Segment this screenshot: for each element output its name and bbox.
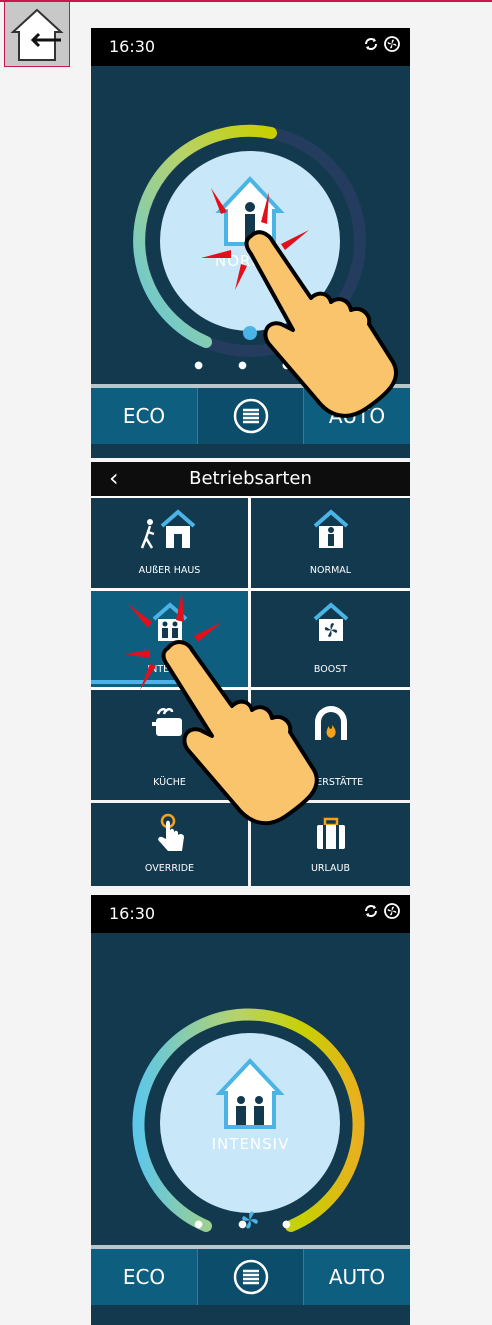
mode-tile-away[interactable]: AUßER HAUS [91,498,248,588]
active-indicator [91,680,191,684]
menu-button[interactable] [197,1249,304,1305]
fan-speed-icon [243,326,257,340]
auto-button[interactable]: AUTO [304,1249,410,1305]
mode-tile-label: INTENSIV [147,664,192,675]
mode-tile-fireplace-body[interactable]: FEUERSTÄTTE [251,690,410,800]
top-accent-line [0,0,492,2]
away-house-icon [140,509,195,549]
mode-tile-boost[interactable]: BOOST [251,591,410,687]
bottom-bar: ECO AUTO [91,1245,410,1305]
menu-icon [233,1259,268,1295]
suitcase-icon [316,817,345,849]
page-dots: ● ● ● [194,360,307,371]
mode-tile-label: AUßER HAUS [138,565,201,576]
menu-button[interactable] [197,388,304,444]
boost-fan-house-icon [313,602,348,641]
bottom-bar: ECO AUTO [91,384,410,444]
mode-tile-normal[interactable]: NORMAL [251,498,410,588]
mode-tile-label: NORMAL [309,565,352,576]
override-hand-icon [157,813,184,851]
kitchen-icon [151,708,182,736]
mode-tile-kitchen-body[interactable]: KÜCHE [91,690,248,800]
menu-header: ‹ Betriebsarten [91,462,410,496]
mode-tile-override[interactable]: OVERRIDE [91,803,248,886]
mode-tile-vacation[interactable]: URLAUB [251,803,410,886]
normal-house-icon [313,509,348,548]
mode-label: NORMAL [214,252,286,270]
screen-operating-modes: ‹ Betriebsarten AUßER HAUS NORMAL INTENS… [91,462,410,718]
auto-button[interactable]: AUTO [304,388,410,444]
mode-tile-label: FEUERSTÄTTE [297,777,364,788]
mode-tile-intensive[interactable]: INTENSIV [91,591,248,687]
menu-title: Betriebsarten [189,468,312,489]
mode-tile-label: BOOST [313,664,348,675]
intensive-house-icon [152,602,187,641]
mode-tile-label: KÜCHE [153,777,186,788]
screen-home-normal: 16:30 NORMAL ● ● ● ECO AUTO [91,28,410,458]
mode-label: INTENSIV [211,1135,290,1153]
eco-button[interactable]: ECO [91,388,197,444]
screen-home-intensive: 16:30 INTENSIV ● ● ● ECO AUTO [91,895,410,1325]
eco-button[interactable]: ECO [91,1249,197,1305]
fireplace-icon [314,706,347,740]
home-return-icon [10,8,64,61]
menu-icon [233,398,268,434]
mode-tile-label: OVERRIDE [144,863,195,874]
page-dots: ● ● ● [194,1219,307,1230]
home-return-button[interactable] [4,1,70,67]
mode-tile-label: URLAUB [310,863,351,874]
